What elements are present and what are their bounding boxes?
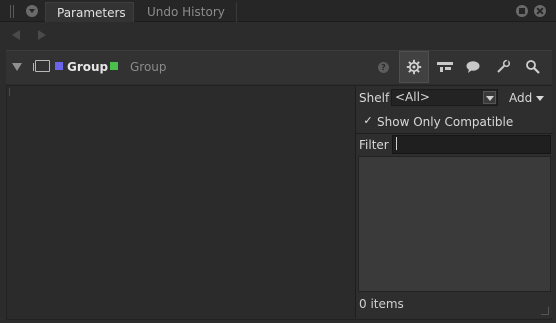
- search-button[interactable]: [518, 51, 548, 83]
- show-only-compatible-label[interactable]: Show Only Compatible: [377, 115, 513, 129]
- node-list[interactable]: [358, 156, 551, 292]
- group-node-icon: [33, 60, 50, 72]
- filter-label: Filter: [359, 138, 389, 152]
- node-shelf-panel: Shelf <All> Add ✓ Show Only Compatible F…: [355, 86, 553, 318]
- comment-button[interactable]: [458, 51, 488, 83]
- search-icon: [526, 60, 540, 74]
- redo-arrow-icon[interactable]: [38, 30, 46, 40]
- shelf-label: Shelf: [359, 91, 390, 105]
- wrench-button[interactable]: [488, 51, 518, 83]
- layout-button[interactable]: [430, 51, 460, 83]
- filter-input[interactable]: [392, 135, 551, 154]
- float-window-icon[interactable]: [516, 5, 528, 17]
- add-button[interactable]: Add: [509, 91, 545, 105]
- chevron-down-icon[interactable]: [483, 91, 496, 104]
- node-class-label: Group: [130, 60, 167, 74]
- node-header: Group Group ?: [6, 50, 552, 84]
- divider: [356, 133, 553, 134]
- node-color-swatch-green[interactable]: [110, 62, 118, 70]
- shelf-dropdown-value: <All>: [395, 90, 430, 104]
- undo-arrow-icon[interactable]: [12, 30, 20, 40]
- comment-icon: [466, 61, 480, 73]
- settings-button[interactable]: [399, 51, 429, 83]
- drag-grip-icon[interactable]: [10, 5, 14, 18]
- history-nav: [0, 23, 556, 47]
- resize-corner-icon[interactable]: [541, 307, 549, 315]
- layout-icon: [437, 62, 453, 72]
- items-count: 0 items: [359, 297, 404, 311]
- help-icon[interactable]: ?: [378, 62, 389, 73]
- tab-parameters[interactable]: Parameters: [45, 2, 134, 22]
- add-button-label: Add: [509, 91, 533, 105]
- gear-icon: [406, 59, 422, 75]
- wrench-icon: [497, 59, 511, 73]
- node-color-swatch-blue[interactable]: [55, 62, 63, 70]
- caret-down-icon: [536, 96, 545, 101]
- tab-bar: Parameters Undo History: [0, 0, 556, 22]
- tab-undo-history[interactable]: Undo History: [136, 2, 237, 22]
- node-name[interactable]: Group: [67, 60, 108, 74]
- show-only-compatible-checkbox[interactable]: ✓: [362, 115, 374, 127]
- shelf-dropdown[interactable]: <All>: [391, 89, 498, 106]
- close-pane-icon[interactable]: [534, 5, 546, 17]
- collapse-triangle-icon[interactable]: [12, 63, 22, 71]
- resize-handle-icon[interactable]: [9, 88, 12, 96]
- tab-menu-icon[interactable]: [26, 5, 38, 17]
